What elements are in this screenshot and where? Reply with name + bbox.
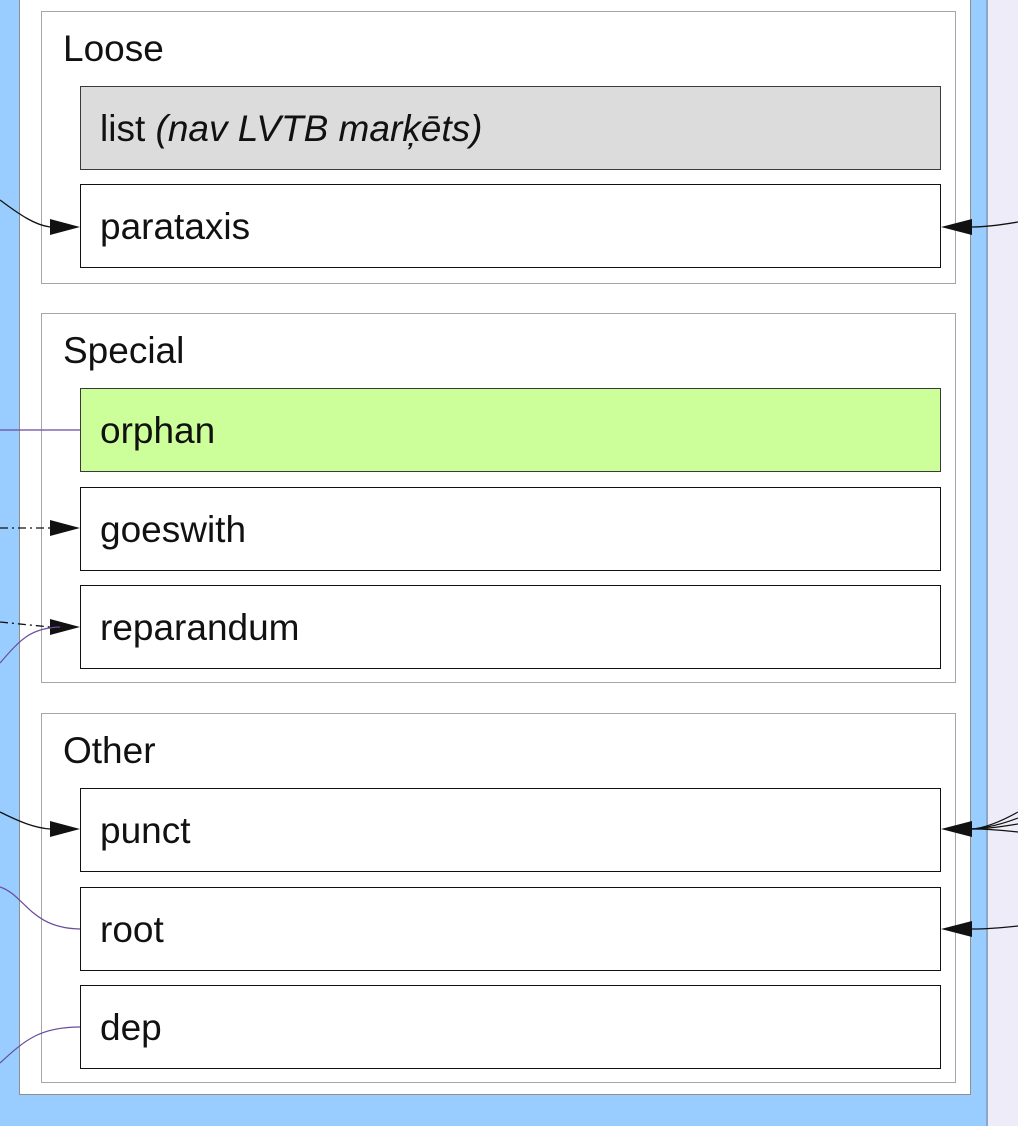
relation-list[interactable]: list (nav LVTB marķēts)	[80, 86, 941, 170]
relation-punct[interactable]: punct	[80, 788, 941, 872]
relation-label: punct	[100, 810, 191, 851]
relation-label: list (nav LVTB marķēts)	[100, 108, 483, 149]
relation-label: parataxis	[100, 206, 251, 247]
group-title-loose: Loose	[63, 28, 164, 69]
relation-orphan[interactable]: orphan	[80, 388, 941, 472]
relation-dep[interactable]: dep	[80, 985, 941, 1069]
relation-label: dep	[100, 1007, 162, 1048]
relation-root[interactable]: root	[80, 887, 941, 971]
relation-label: orphan	[100, 410, 216, 451]
group-title-other: Other	[63, 730, 156, 771]
relation-label: root	[100, 909, 164, 950]
relation-label: goeswith	[100, 509, 247, 550]
relation-goeswith[interactable]: goeswith	[80, 487, 941, 571]
relation-label: reparandum	[100, 607, 300, 648]
relation-reparandum[interactable]: reparandum	[80, 585, 941, 669]
group-title-special: Special	[63, 330, 185, 371]
relation-parataxis[interactable]: parataxis	[80, 184, 941, 268]
